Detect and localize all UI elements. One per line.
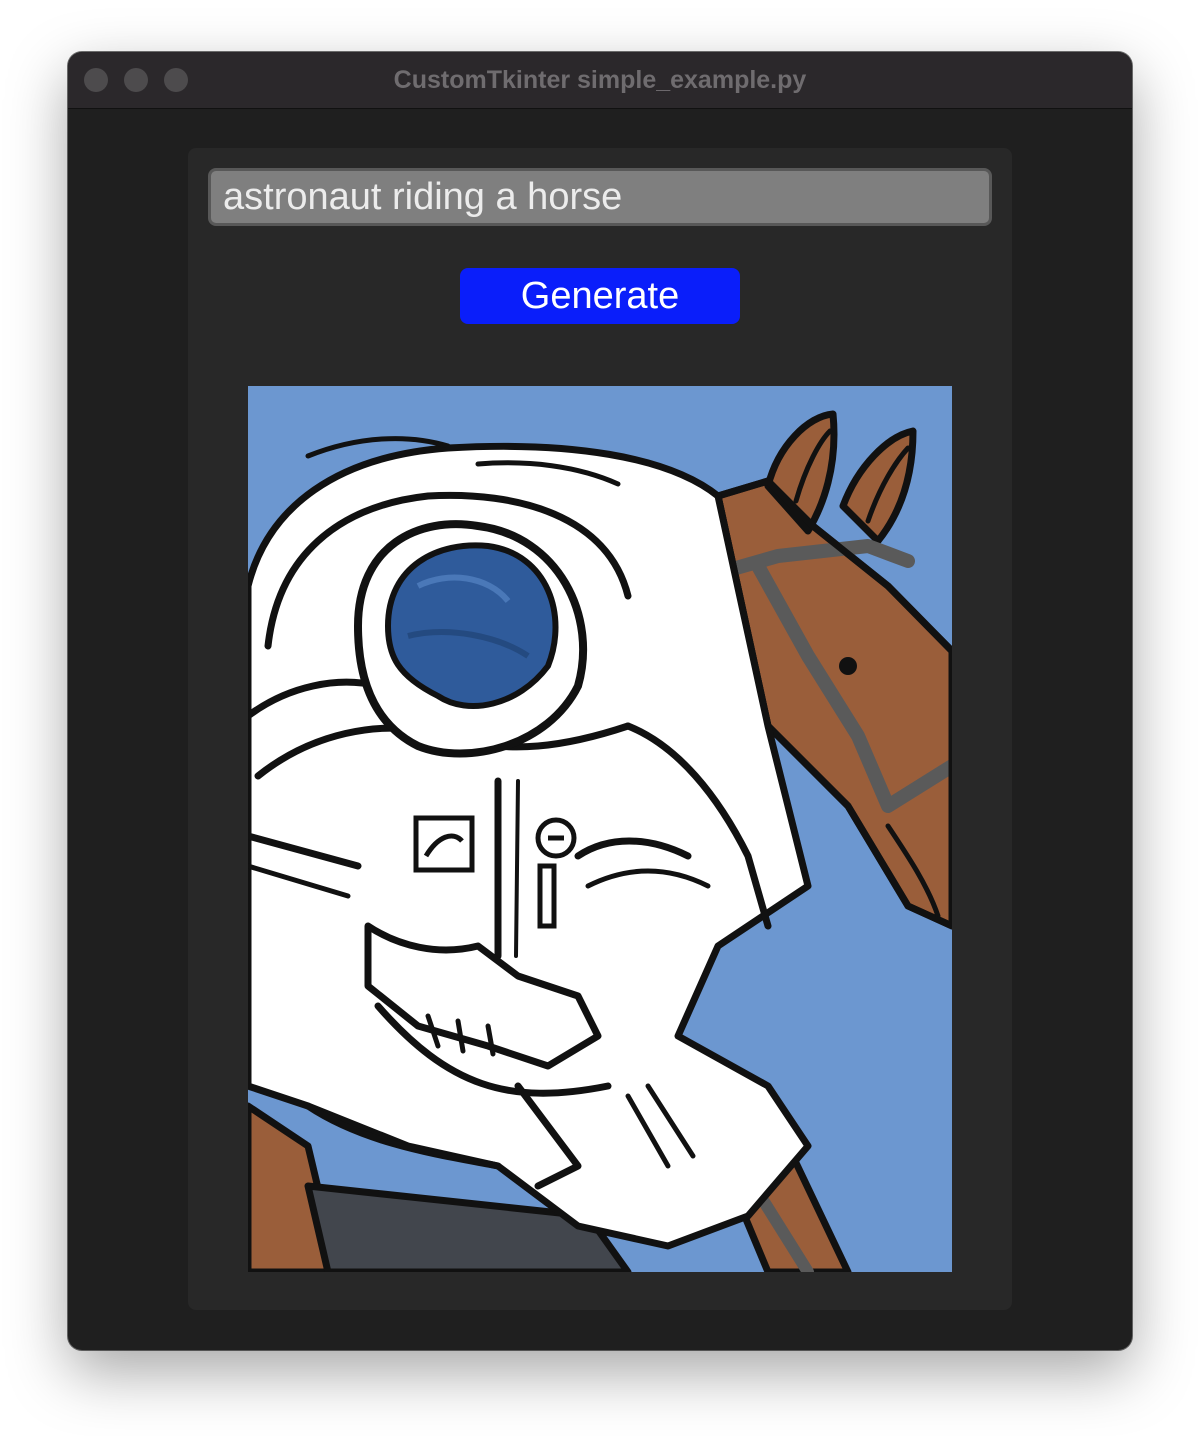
title-bar[interactable]: CustomTkinter simple_example.py (68, 52, 1132, 109)
main-frame: Generate (188, 148, 1012, 1310)
astronaut-horse-illustration (248, 386, 952, 1272)
prompt-input[interactable] (208, 168, 992, 226)
window-title: CustomTkinter simple_example.py (393, 66, 807, 94)
generated-image (248, 386, 952, 1272)
generate-button[interactable]: Generate (460, 268, 740, 324)
app-window: CustomTkinter simple_example.py Generate (68, 52, 1132, 1350)
